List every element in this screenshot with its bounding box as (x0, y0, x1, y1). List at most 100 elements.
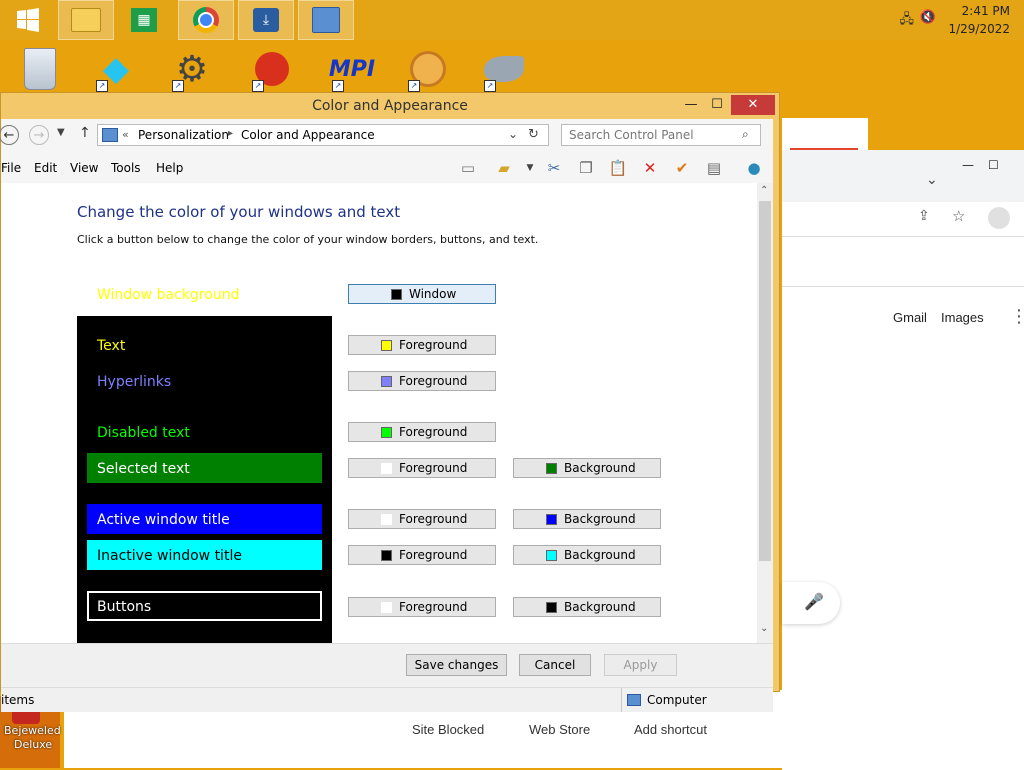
share-icon[interactable]: ⇪ (918, 208, 930, 224)
gear-app-desktop-icon[interactable]: ⚙ ↗ (166, 44, 218, 94)
taskbar-file-explorer[interactable] (58, 0, 114, 40)
hyperlink-foreground-button[interactable]: Foreground (348, 371, 496, 391)
globe-icon[interactable]: ● (743, 158, 765, 178)
active-title-foreground-button[interactable]: Foreground (348, 509, 496, 529)
address-bar[interactable]: « Personalization ▸ Color and Appearance… (97, 124, 549, 146)
buttons-background-button[interactable]: Background (513, 597, 661, 617)
images-link[interactable]: Images (941, 310, 984, 325)
close-button[interactable]: ✕ (731, 95, 775, 115)
refresh-icon[interactable]: ↻ (528, 127, 539, 142)
shortcut-arrow-icon: ↗ (484, 80, 496, 92)
pane-layout-icon[interactable]: ▭ (457, 158, 479, 178)
preview-hyperlinks: Hyperlinks (97, 374, 172, 390)
options-dropdown-icon[interactable]: ▼ (519, 158, 541, 178)
shortcut-arrow-icon: ↗ (332, 80, 344, 92)
save-changes-button[interactable]: Save changes (406, 654, 507, 676)
network-icon[interactable]: 🖧 (900, 10, 915, 32)
preview-text: Text (97, 338, 126, 354)
start-button[interactable] (0, 0, 56, 40)
paste-icon[interactable]: 📋 (607, 158, 629, 178)
menu-edit[interactable]: Edit (34, 161, 57, 175)
breadcrumb-personalization[interactable]: Personalization (138, 128, 229, 142)
taskbar-store[interactable]: ▦ (116, 0, 172, 40)
recent-chevron-icon[interactable]: ▼ (57, 127, 65, 138)
search-icon[interactable]: ⌕ (742, 127, 749, 142)
apps-grid-icon[interactable]: ⋮ (1010, 306, 1024, 327)
selected-background-label: Background (564, 461, 636, 475)
active-background-label: Background (564, 512, 636, 526)
checkmark-icon[interactable]: ✔ (671, 158, 693, 178)
menu-tools[interactable]: Tools (111, 161, 141, 175)
copy-icon[interactable]: ❐ (575, 158, 597, 178)
cut-icon[interactable]: ✂ (543, 158, 565, 178)
chevron-down-icon[interactable]: ⌄ (926, 172, 938, 188)
search-bar-end[interactable]: 🎤 (782, 582, 840, 624)
properties-icon[interactable]: ▤ (703, 158, 725, 178)
menu-view[interactable]: View (70, 161, 98, 175)
shark-game-desktop-icon[interactable]: ↗ (478, 44, 530, 94)
chrome-toolbar: ⌄ — ☐ (782, 150, 1024, 202)
maximize-icon[interactable]: ☐ (988, 158, 999, 172)
menu-file[interactable]: File (1, 161, 21, 175)
recycle-bin-desktop-icon[interactable] (14, 44, 66, 94)
taskbar-control-panel[interactable] (298, 0, 354, 40)
active-title-background-button[interactable]: Background (513, 509, 661, 529)
clock[interactable]: 2:41 PM 1/29/2022 (948, 2, 1010, 38)
scrollbar-thumb[interactable] (759, 201, 771, 561)
pizza-game-desktop-icon[interactable]: ↗ (402, 44, 454, 94)
minimize-button[interactable]: — (677, 95, 705, 115)
taskbar-network-app[interactable]: ⤓ (238, 0, 294, 40)
inactive-fg-swatch (381, 549, 392, 561)
forward-button[interactable]: → (29, 125, 49, 145)
search-control-panel[interactable]: Search Control Panel ⌕ (561, 124, 761, 146)
scroll-down-icon[interactable]: ⌄ (760, 623, 768, 634)
chrome-icon (193, 7, 219, 33)
shortcut-web-store[interactable]: Web Store (529, 722, 590, 737)
volume-muted-icon[interactable]: 🔇 (920, 10, 936, 25)
selected-foreground-button[interactable]: Foreground (348, 458, 496, 478)
breadcrumb-overflow-icon[interactable]: « (122, 128, 129, 141)
inactive-title-foreground-button[interactable]: Foreground (348, 545, 496, 565)
delete-icon[interactable]: ✕ (639, 158, 661, 178)
red-creature-game-desktop-icon[interactable]: ↗ (246, 44, 298, 94)
microphone-icon[interactable]: 🎤 (804, 592, 824, 611)
text-foreground-button[interactable]: Foreground (348, 335, 496, 355)
minimize-icon[interactable]: — (962, 158, 974, 172)
window-color-button[interactable]: Window (348, 284, 496, 304)
disabled-swatch (381, 426, 392, 438)
folder-options-icon[interactable]: ▰ (493, 158, 515, 178)
apply-button[interactable]: Apply (604, 654, 677, 676)
shortcut-add[interactable]: Add shortcut (634, 722, 707, 737)
back-button[interactable]: ← (0, 125, 19, 145)
active-foreground-label: Foreground (399, 512, 468, 526)
control-panel-small-icon (102, 128, 118, 142)
star-icon[interactable]: ☆ (952, 207, 965, 225)
taskbar-chrome[interactable] (178, 0, 234, 40)
buttons-foreground-button[interactable]: Foreground (348, 597, 496, 617)
up-arrow-icon[interactable]: ↑ (79, 125, 91, 141)
selected-background-button[interactable]: Background (513, 458, 661, 478)
clock-time: 2:41 PM (961, 4, 1010, 18)
mpi-desktop-icon[interactable]: MPI ↗ (326, 44, 378, 94)
active-bg-swatch (546, 513, 557, 525)
profile-avatar[interactable] (988, 207, 1010, 229)
breadcrumb-color-appearance[interactable]: Color and Appearance (241, 128, 375, 142)
computer-icon (627, 694, 641, 706)
active-fg-swatch (381, 513, 392, 525)
status-bar: items Computer (1, 687, 773, 712)
disabled-foreground-button[interactable]: Foreground (348, 422, 496, 442)
menu-help[interactable]: Help (156, 161, 183, 175)
store-icon: ▦ (131, 8, 157, 32)
selected-foreground-label: Foreground (399, 461, 468, 475)
maximize-button[interactable]: ☐ (703, 95, 731, 115)
gmail-link[interactable]: Gmail (893, 310, 927, 325)
shortcut-site-blocked[interactable]: Site Blocked (412, 722, 484, 737)
scroll-up-icon[interactable]: ⌃ (760, 185, 768, 196)
address-dropdown-icon[interactable]: ⌄ (508, 127, 518, 141)
selected-bg-swatch (546, 462, 557, 474)
inactive-title-background-button[interactable]: Background (513, 545, 661, 565)
diamond-game-desktop-icon[interactable]: ◆ ↗ (90, 44, 142, 94)
address-row: ← → ▼ ↑ « Personalization ▸ Color and Ap… (0, 119, 773, 153)
cancel-button[interactable]: Cancel (519, 654, 591, 676)
taskbar: ▦ ⤓ 🖧 🔇 2:41 PM 1/29/2022 (0, 0, 1024, 40)
